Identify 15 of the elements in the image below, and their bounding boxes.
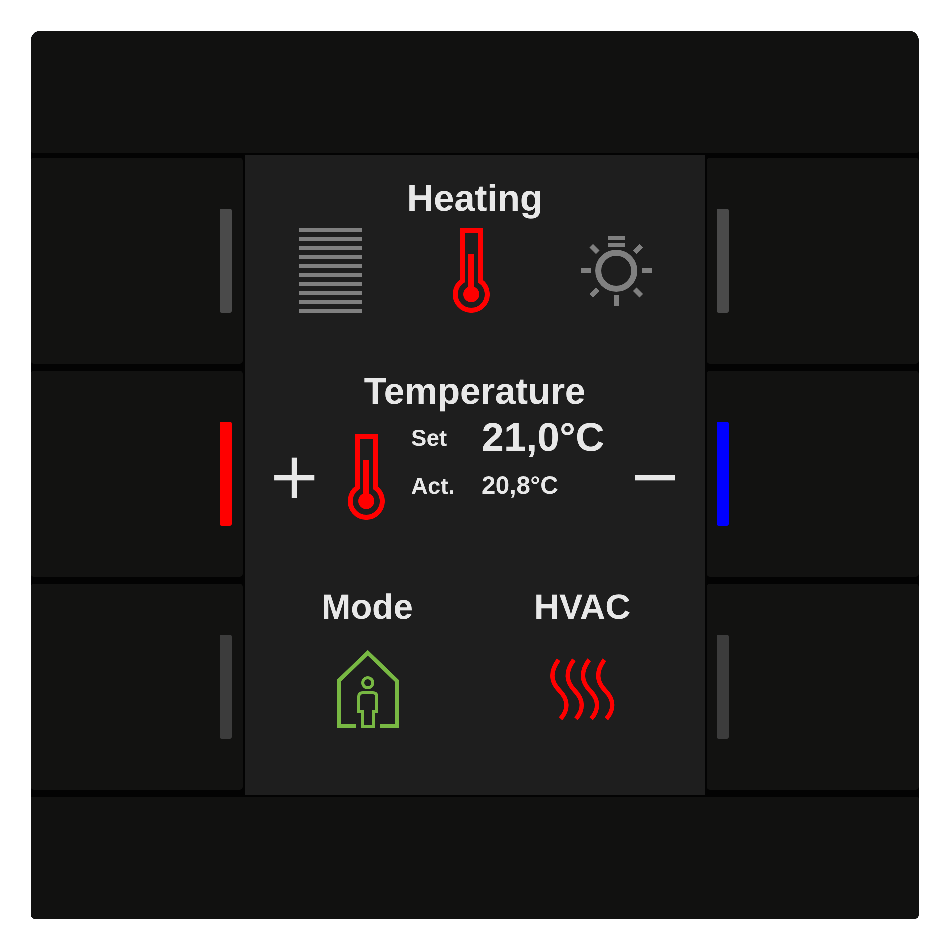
push-button[interactable] xyxy=(707,158,919,364)
section-title: Heating xyxy=(407,178,543,220)
section-title: Temperature xyxy=(364,371,586,413)
tile-label: Mode xyxy=(322,588,414,628)
thermometer-icon xyxy=(348,434,386,520)
actual-label: Act. xyxy=(411,472,455,500)
push-button[interactable] xyxy=(31,371,243,577)
push-button[interactable] xyxy=(707,371,919,577)
push-button[interactable] xyxy=(31,158,243,364)
tile-label: HVAC xyxy=(534,588,631,628)
actual-value: 20,8°C xyxy=(482,472,560,500)
setpoint-value: 21,0°C xyxy=(482,416,605,461)
decrease-symbol: − xyxy=(628,444,682,508)
increase-symbol: + xyxy=(268,444,322,508)
set-label: Set xyxy=(411,425,448,452)
